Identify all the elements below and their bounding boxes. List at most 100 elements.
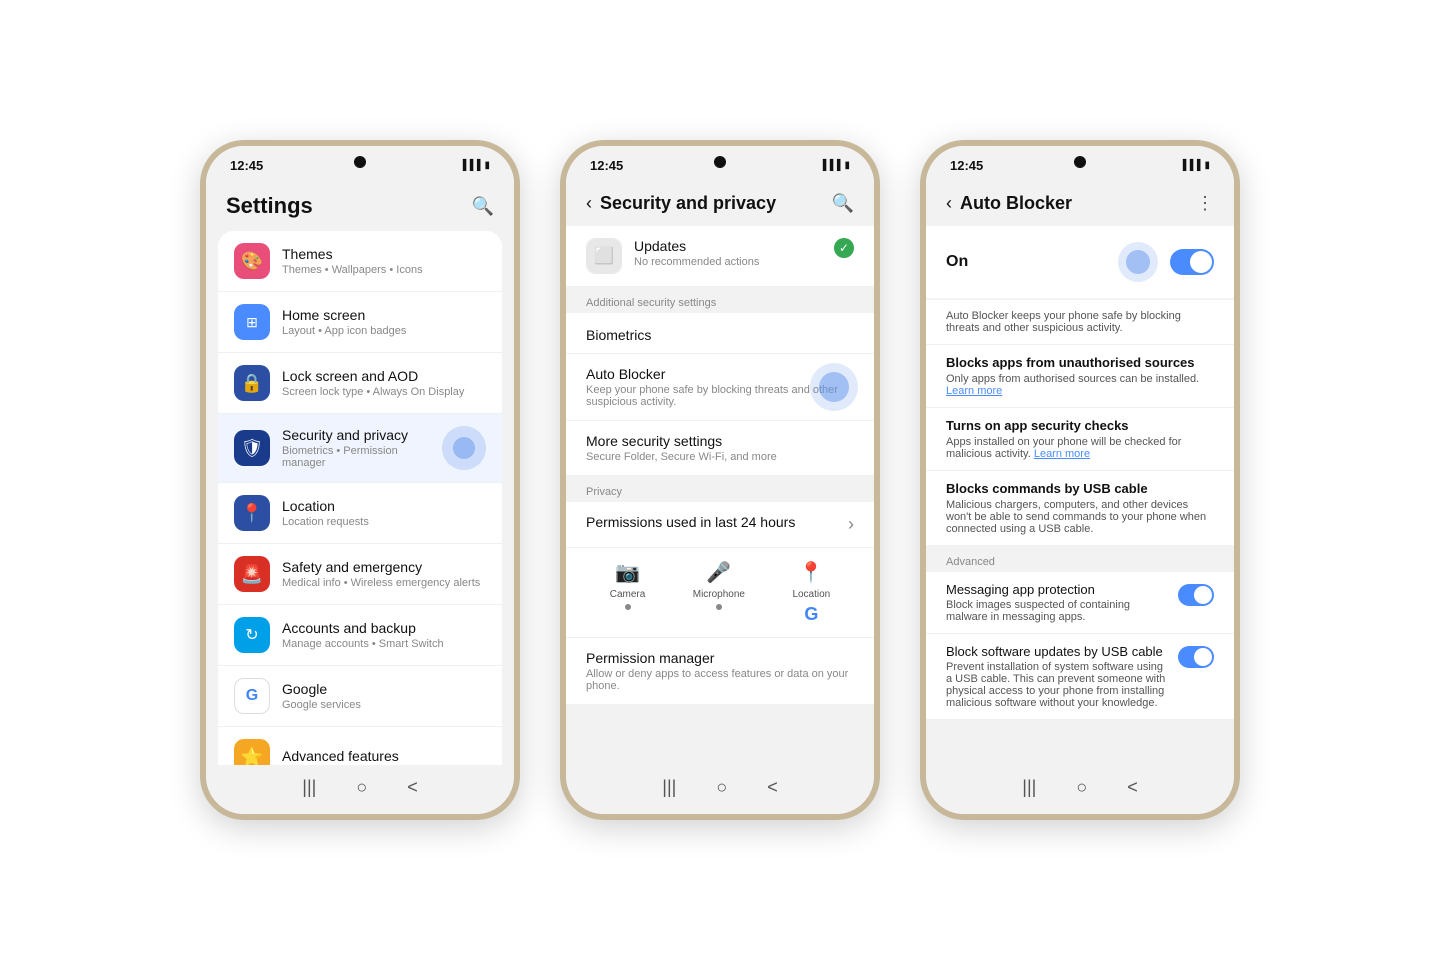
security-subtitle: Biometrics • Permission manager	[282, 445, 442, 469]
security-content: ⬜ Updates No recommended actions ✓ Addit…	[566, 226, 874, 765]
settings-item-lockscreen[interactable]: 🔒 Lock screen and AOD Screen lock type •…	[218, 353, 502, 414]
status-icons-3: ▐▐▐ ▮	[1179, 160, 1210, 171]
updates-item[interactable]: ⬜ Updates No recommended actions ✓	[566, 226, 874, 287]
toggle-knob	[1190, 251, 1212, 273]
signal-icon: ▐▐▐	[459, 160, 480, 171]
settings-list: 🎨 Themes Themes • Wallpapers • Icons ⊞ H…	[218, 231, 502, 765]
time-3: 12:45	[950, 158, 983, 173]
settings-item-google[interactable]: G Google Google services	[218, 666, 502, 727]
more-security-item[interactable]: More security settings Secure Folder, Se…	[566, 421, 874, 476]
microphone-perm-col: 🎤 Microphone	[693, 560, 745, 625]
settings-header: Settings 🔍	[206, 177, 514, 231]
blocks-apps-title: Blocks apps from unauthorised sources	[946, 355, 1214, 370]
messaging-protection-toggle[interactable]	[1178, 584, 1214, 606]
back-icon-1[interactable]: <	[407, 777, 418, 798]
nav-bar-2: ||| ○ <	[566, 765, 874, 814]
permission-manager-item[interactable]: Permission manager Allow or deny apps to…	[566, 637, 874, 704]
themes-icon: 🎨	[234, 243, 270, 279]
back-chevron-3[interactable]: ‹	[946, 193, 952, 214]
block-usb-title: Block software updates by USB cable	[946, 644, 1170, 659]
status-bar-1: 12:45 ▐▐▐ ▮	[206, 146, 514, 177]
camera-perm-icon: 📷	[615, 560, 640, 585]
security-title: Security and privacy	[282, 427, 442, 443]
themes-subtitle: Themes • Wallpapers • Icons	[282, 264, 486, 276]
phone-1-screen: 12:45 ▐▐▐ ▮ Settings 🔍 🎨	[206, 146, 514, 814]
advanced-title: Advanced features	[282, 748, 486, 764]
battery-icon-3: ▮	[1204, 160, 1210, 171]
settings-item-accounts[interactable]: ↻ Accounts and backup Manage accounts • …	[218, 605, 502, 666]
block-usb-toggle[interactable]	[1178, 646, 1214, 668]
auto-blocker-page-title: Auto Blocker	[960, 193, 1188, 214]
home-icon-3[interactable]: ○	[1076, 777, 1087, 798]
recent-apps-icon-1[interactable]: |||	[302, 777, 316, 798]
updates-subtitle: No recommended actions	[634, 256, 834, 268]
phone-3: 12:45 ▐▐▐ ▮ ‹ Auto Blocker ⋮ On	[920, 140, 1240, 820]
phone-2-inner: 12:45 ▐▐▐ ▮ ‹ Security and privacy 🔍 ⬜	[566, 146, 874, 814]
auto-blocker-item[interactable]: Auto Blocker Keep your phone safe by blo…	[566, 354, 874, 421]
updates-icon: ⬜	[586, 238, 622, 274]
recent-apps-icon-3[interactable]: |||	[1022, 777, 1036, 798]
battery-icon-2: ▮	[844, 160, 850, 171]
back-icon-2[interactable]: <	[767, 777, 778, 798]
security-header: ‹ Security and privacy 🔍	[566, 177, 874, 226]
back-chevron-2[interactable]: ‹	[586, 193, 592, 214]
location-subtitle: Location requests	[282, 516, 486, 528]
camera-dot-3	[1074, 156, 1086, 168]
search-icon-1[interactable]: 🔍	[472, 196, 494, 217]
camera-dot-1	[354, 156, 366, 168]
back-icon-3[interactable]: <	[1127, 777, 1138, 798]
app-security-link[interactable]: Learn more	[1034, 448, 1090, 460]
settings-list-container: 🎨 Themes Themes • Wallpapers • Icons ⊞ H…	[206, 231, 514, 765]
auto-blocker-on-card: On	[926, 226, 1234, 298]
advanced-icon: ⭐	[234, 739, 270, 765]
biometrics-label[interactable]: Biometrics	[566, 313, 874, 354]
settings-item-homescreen[interactable]: ⊞ Home screen Layout • App icon badges	[218, 292, 502, 353]
more-security-title: More security settings	[586, 433, 854, 449]
homescreen-title: Home screen	[282, 307, 486, 323]
menu-icon-3[interactable]: ⋮	[1196, 193, 1214, 214]
security-ripple	[442, 426, 486, 470]
usb-commands-feature: Blocks commands by USB cable Malicious c…	[926, 471, 1234, 546]
accounts-icon: ↻	[234, 617, 270, 653]
phone-3-screen: 12:45 ▐▐▐ ▮ ‹ Auto Blocker ⋮ On	[926, 146, 1234, 814]
auto-blocker-toggle[interactable]	[1170, 249, 1214, 275]
settings-item-security[interactable]: 🛡 Security and privacy Biometrics • Perm…	[218, 414, 502, 483]
home-icon-2[interactable]: ○	[716, 777, 727, 798]
permissions-24h-title: Permissions used in last 24 hours	[586, 514, 848, 530]
block-usb-updates-row: Block software updates by USB cable Prev…	[926, 634, 1234, 720]
advanced-section-label: Advanced	[926, 546, 1234, 572]
home-icon-1[interactable]: ○	[356, 777, 367, 798]
phones-container: 12:45 ▐▐▐ ▮ Settings 🔍 🎨	[180, 80, 1260, 880]
more-security-subtitle: Secure Folder, Secure Wi-Fi, and more	[586, 451, 854, 463]
permissions-arrow-icon: ›	[848, 514, 854, 535]
status-icons-2: ▐▐▐ ▮	[819, 160, 850, 171]
time-1: 12:45	[230, 158, 263, 173]
permissions-24h-item[interactable]: Permissions used in last 24 hours ›	[566, 502, 874, 548]
accounts-title: Accounts and backup	[282, 620, 486, 636]
block-usb-toggle-knob	[1194, 648, 1212, 666]
phone-2-screen: 12:45 ▐▐▐ ▮ ‹ Security and privacy 🔍 ⬜	[566, 146, 874, 814]
privacy-label: Privacy	[566, 476, 874, 502]
blocks-apps-link[interactable]: Learn more	[946, 385, 1002, 397]
google-subtitle: Google services	[282, 699, 486, 711]
signal-icon-3: ▐▐▐	[1179, 160, 1200, 171]
microphone-perm-dot	[716, 604, 722, 610]
homescreen-subtitle: Layout • App icon badges	[282, 325, 486, 337]
updates-title: Updates	[634, 238, 834, 254]
settings-item-themes[interactable]: 🎨 Themes Themes • Wallpapers • Icons	[218, 231, 502, 292]
location-title: Location	[282, 498, 486, 514]
settings-item-advanced[interactable]: ⭐ Advanced features	[218, 727, 502, 765]
themes-title: Themes	[282, 246, 486, 262]
settings-item-safety[interactable]: 🚨 Safety and emergency Medical info • Wi…	[218, 544, 502, 605]
auto-blocker-toggle-ripple	[1118, 242, 1158, 282]
auto-blocker-header: ‹ Auto Blocker ⋮	[926, 177, 1234, 226]
settings-item-location[interactable]: 📍 Location Location requests	[218, 483, 502, 544]
phone-3-inner: 12:45 ▐▐▐ ▮ ‹ Auto Blocker ⋮ On	[926, 146, 1234, 814]
search-icon-2[interactable]: 🔍	[832, 193, 854, 214]
camera-perm-label: Camera	[610, 589, 646, 600]
permissions-icons-row: 📷 Camera 🎤 Microphone 📍 Location	[566, 548, 874, 637]
recent-apps-icon-2[interactable]: |||	[662, 777, 676, 798]
status-bar-2: 12:45 ▐▐▐ ▮	[566, 146, 874, 177]
usb-commands-desc: Malicious chargers, computers, and other…	[946, 499, 1214, 535]
app-security-feature: Turns on app security checks Apps instal…	[926, 408, 1234, 471]
